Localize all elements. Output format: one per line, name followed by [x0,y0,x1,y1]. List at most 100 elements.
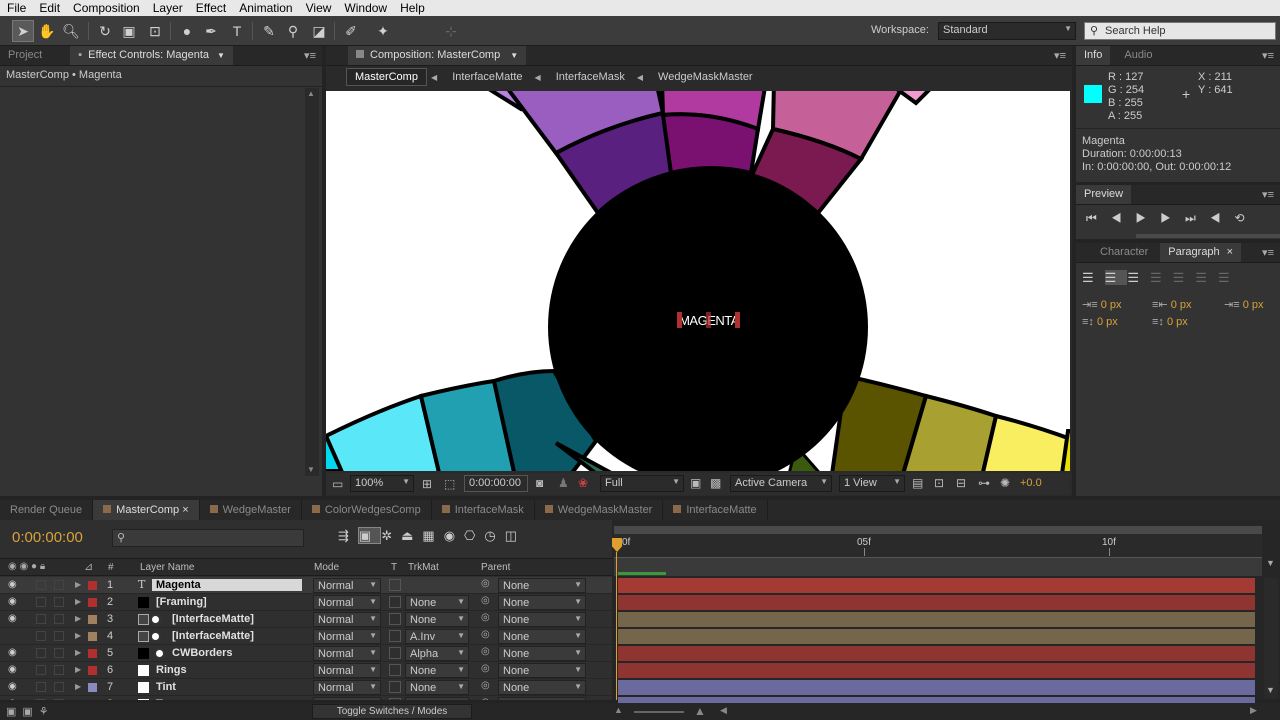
preserve-transparency-checkbox[interactable] [389,596,401,608]
layer-name[interactable]: [InterfaceMatte] [172,613,254,625]
camera-tool-icon[interactable]: ▣ [118,20,140,42]
layer-duration-bar[interactable] [618,663,1255,678]
solo-switch[interactable] [36,665,46,675]
chevron-down-icon[interactable]: ▼ [510,51,518,60]
layer-row[interactable]: ▶ 4 [InterfaceMatte] Normal ▼ A.Inv ▼ ◎ None ▼ [0,628,612,645]
solo-switch[interactable] [36,597,46,607]
layer-row[interactable]: ◉ ▶ 3 [InterfaceMatte] Normal ▼ None ▼ ◎ None ▼ [0,611,612,628]
parent-dropdown[interactable]: None▼ [498,663,586,678]
menu-file[interactable]: File [0,1,32,15]
trkmat-dropdown[interactable]: None▼ [405,663,469,678]
type-tool-icon[interactable]: T [226,20,248,42]
lock-switch[interactable] [54,682,64,692]
workspace-dropdown[interactable]: Standard ▼ [938,22,1076,40]
timeline-icon[interactable]: ⊟ [956,476,966,490]
menu-layer[interactable]: Layer [146,1,189,15]
current-timecode[interactable]: 0:00:00:00 [12,529,83,546]
preserve-transparency-checkbox[interactable] [389,647,401,659]
first-frame-icon[interactable]: ⏮ [1086,211,1111,225]
pickwhip-icon[interactable]: ◎ [481,578,490,589]
layer-row[interactable]: ◉ ▶ 2 [Framing] Normal ▼ None ▼ ◎ None ▼ [0,594,612,611]
render-icon[interactable]: ⊡ [934,476,944,490]
pickwhip-icon[interactable]: ◎ [481,612,490,623]
checkerboard-icon[interactable]: ▩ [710,476,721,490]
resolution-dropdown[interactable]: Full ▼ [600,475,684,492]
visibility-eye-icon[interactable]: ◉ [8,664,17,675]
timeline-tab-interfacemask[interactable]: InterfaceMask [432,500,535,520]
parent-dropdown[interactable]: None▼ [498,595,586,610]
panel-menu-icon[interactable]: ▾≡ [1262,49,1274,62]
expand-twirl-icon[interactable]: ▶ [75,614,81,623]
transparency-grid-icon[interactable]: ⬚ [444,477,455,491]
layer-name[interactable]: CWBorders [172,647,233,659]
menu-window[interactable]: Window [337,1,393,15]
puppet-tool-icon[interactable]: ✦ [372,20,394,42]
zoom-tool-icon[interactable]: 🔍︎ [60,20,82,42]
search-help-input[interactable]: ⚲ Search Help [1084,22,1276,40]
camera-dropdown[interactable]: Active Camera ▼ [730,475,832,492]
expand-twirl-icon[interactable]: ▶ [75,665,81,674]
rotate-tool-icon[interactable]: ↻ [94,20,116,42]
timeline-tab-colorwedgescomp[interactable]: ColorWedgesComp [302,500,432,520]
pickwhip-icon[interactable]: ◎ [481,680,490,691]
pickwhip-icon[interactable]: ◎ [481,629,490,640]
mode-dropdown[interactable]: Normal▼ [313,629,381,644]
zoom-dropdown[interactable]: 100% ▼ [350,475,414,492]
timeline-switches[interactable]: ⇶▣✲⏏▦◉⎔◷◫ [338,527,526,544]
prev-frame-icon[interactable]: ◀ [1111,211,1136,225]
menu-edit[interactable]: Edit [32,1,66,15]
expand-twirl-icon[interactable]: ▶ [75,699,81,700]
chevron-down-icon[interactable]: ▼ [217,51,225,60]
layer-name[interactable]: Tint [156,681,176,693]
crumb-interfacematte[interactable]: InterfaceMatte [444,69,530,85]
zoom-out-icon[interactable]: ▲ [614,705,623,715]
status-icons[interactable]: ▣▣⚘ [6,705,55,718]
exposure-value[interactable]: +0.0 [1020,477,1042,489]
layer-name[interactable]: [InterfaceMatte] [172,630,254,642]
solo-switch[interactable] [36,631,46,641]
play-icon[interactable]: ▶ [1136,211,1161,225]
alignment-buttons[interactable]: ☰☰☰☰☰☰☰ [1082,270,1241,286]
scroll-up-icon[interactable]: ▼ [1266,558,1275,568]
visibility-eye-icon[interactable]: ◉ [8,698,17,700]
scroll-down-icon[interactable]: ▼ [307,465,315,474]
label-color[interactable] [88,615,97,624]
crumb-wedgemaskmaster[interactable]: WedgeMaskMaster [650,69,761,85]
label-color[interactable] [88,683,97,692]
parent-dropdown[interactable]: None▼ [498,578,586,593]
indent-right[interactable]: ≡⇤ 0 px [1152,298,1192,311]
layer-duration-bar[interactable] [618,595,1255,610]
layer-duration-bar[interactable] [618,578,1255,593]
pickwhip-icon[interactable]: ◎ [481,697,490,700]
lock-switch[interactable] [54,665,64,675]
parent-dropdown[interactable]: None▼ [498,612,586,627]
navigator-bar[interactable] [614,558,1262,576]
composition-viewer[interactable]: MAGENTA [326,91,1070,471]
eraser-tool-icon[interactable]: ◪ [308,20,330,42]
next-frame-icon[interactable]: ▶ [1160,211,1185,225]
panel-menu-icon[interactable]: ▾≡ [1262,246,1274,259]
parent-dropdown[interactable]: None▼ [498,629,586,644]
trkmat-dropdown[interactable]: None▼ [405,680,469,695]
region-of-interest-icon[interactable]: ⊞ [422,477,432,491]
layer-row[interactable]: ◉ ▶ 6 Rings Normal ▼ None ▼ ◎ None ▼ [0,662,612,679]
snapshot-camera-icon[interactable]: ◙ [536,476,543,490]
toggle-pixel-icon[interactable]: ▤ [912,476,923,490]
ellipse-tool-icon[interactable]: ● [176,20,198,42]
preserve-transparency-checkbox[interactable] [389,698,401,700]
menu-composition[interactable]: Composition [66,1,146,15]
panel-menu-icon[interactable]: ▾≡ [1054,49,1066,62]
layer-search-input[interactable]: ⚲ [112,529,304,547]
trkmat-dropdown[interactable]: None▼ [405,697,469,700]
pickwhip-icon[interactable]: ◎ [481,595,490,606]
menu-effect[interactable]: Effect [189,1,232,15]
crumb-mastercomp[interactable]: MasterComp [346,68,427,86]
label-color[interactable] [88,649,97,658]
label-color[interactable] [88,581,97,590]
layer-duration-bar[interactable] [618,612,1255,627]
selection-tool-icon[interactable]: ➤ [12,20,34,42]
pickwhip-icon[interactable]: ◎ [481,663,490,674]
scroll-left-icon[interactable]: ◀ [720,705,727,716]
scroll-down-icon[interactable]: ▼ [1266,685,1275,695]
preserve-transparency-checkbox[interactable] [389,613,401,625]
